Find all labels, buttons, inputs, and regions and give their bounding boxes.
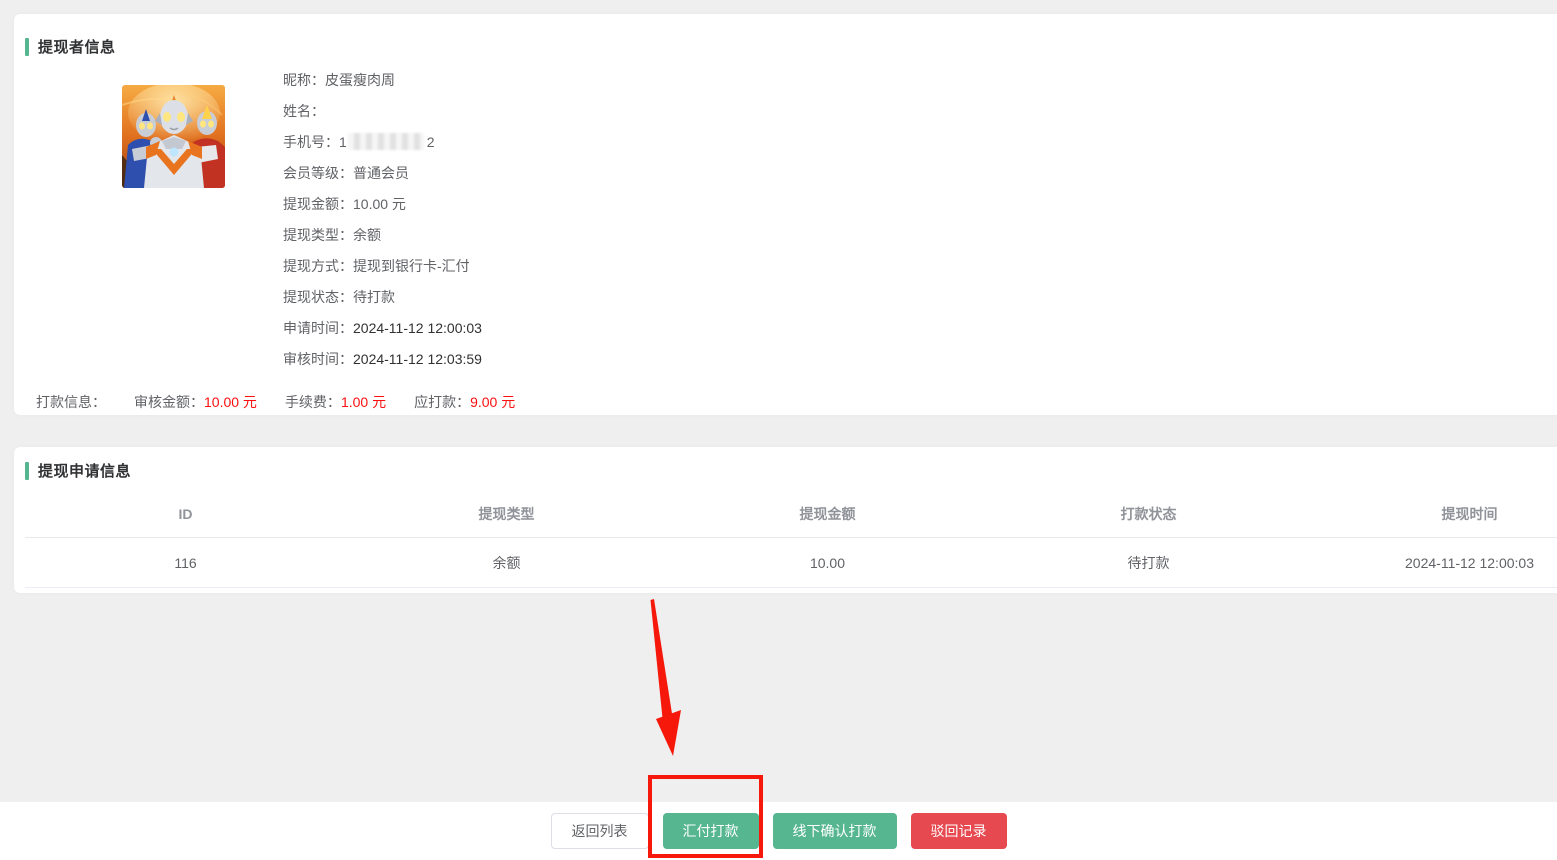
table-header-payment-status: 打款状态	[988, 504, 1309, 524]
payment-fee-value: 1.00 元	[341, 394, 386, 410]
field-phone-prefix: 1	[339, 134, 347, 150]
payment-fee-label: 手续费：	[285, 394, 341, 410]
application-table: ID 提现类型 提现金额 打款状态 提现时间 116 余额 10.00 待打款 …	[25, 490, 1557, 588]
field-phone-suffix: 2	[427, 134, 435, 150]
field-withdraw-type-value: 余额	[353, 227, 381, 243]
field-review-time-label: 审核时间：	[283, 351, 353, 367]
field-phone: 手机号：1 2	[283, 127, 482, 158]
field-phone-label: 手机号：	[283, 134, 339, 150]
table-row: 116 余额 10.00 待打款 2024-11-12 12:00:03	[25, 538, 1557, 588]
huifu-payment-button[interactable]: 汇付打款	[663, 813, 759, 849]
field-review-time-value: 2024-11-12 12:03:59	[353, 351, 482, 367]
cell-withdraw-amount: 10.00	[667, 555, 988, 571]
payment-info-row: 打款信息： 审核金额：10.00 元 手续费：1.00 元 应打款：9.00 元	[36, 392, 515, 412]
withdrawal-application-card: 提现申请信息 ID 提现类型 提现金额 打款状态 提现时间 116 余额 10.…	[14, 447, 1557, 593]
payment-payable: 应打款：9.00 元	[414, 392, 515, 412]
field-withdraw-method: 提现方式：提现到银行卡-汇付	[283, 251, 482, 282]
footer-action-bar: 返回列表 汇付打款 线下确认打款 驳回记录	[0, 802, 1557, 860]
field-name: 姓名：	[283, 96, 482, 127]
field-member-level-label: 会员等级：	[283, 165, 353, 181]
payment-payable-value: 9.00 元	[470, 394, 515, 410]
field-name-label: 姓名：	[283, 103, 325, 119]
payment-info-label: 打款信息：	[36, 392, 106, 412]
ultraman-avatar-image	[122, 85, 225, 188]
field-nickname: 昵称：皮蛋瘦肉周	[283, 65, 482, 96]
red-arrow-annotation	[640, 592, 696, 764]
section-accent-bar	[25, 38, 29, 56]
field-withdraw-amount-label: 提现金额：	[283, 196, 353, 212]
table-header-withdraw-amount: 提现金额	[667, 504, 988, 524]
phone-mosaic-blur	[348, 133, 424, 150]
field-withdraw-type-label: 提现类型：	[283, 227, 353, 243]
withdrawer-info-card: 提现者信息	[14, 14, 1557, 415]
field-nickname-value: 皮蛋瘦肉周	[325, 72, 395, 88]
section-accent-bar	[25, 462, 29, 480]
field-apply-time-label: 申请时间：	[283, 320, 353, 336]
field-withdraw-status-value: 待打款	[353, 289, 395, 305]
payment-fee: 手续费：1.00 元	[285, 392, 386, 412]
table-header-withdraw-type: 提现类型	[346, 504, 667, 524]
field-review-time: 审核时间：2024-11-12 12:03:59	[283, 344, 482, 375]
payment-review-amount-label: 审核金额：	[134, 394, 204, 410]
field-withdraw-method-value: 提现到银行卡-汇付	[353, 258, 470, 274]
field-withdraw-amount: 提现金额：10.00 元	[283, 189, 482, 220]
field-member-level-value: 普通会员	[353, 165, 409, 181]
field-withdraw-method-label: 提现方式：	[283, 258, 353, 274]
cell-id: 116	[25, 555, 346, 571]
field-apply-time: 申请时间：2024-11-12 12:00:03	[283, 313, 482, 344]
table-header-id: ID	[25, 506, 346, 522]
offline-confirm-payment-button[interactable]: 线下确认打款	[773, 813, 897, 849]
withdrawer-section-header: 提现者信息	[25, 14, 1557, 57]
payment-review-amount: 审核金额：10.00 元	[134, 392, 257, 412]
cell-withdraw-time: 2024-11-12 12:00:03	[1309, 555, 1557, 571]
withdrawer-fields: 昵称：皮蛋瘦肉周 姓名： 手机号：1 2 会员等级：普通会员 提现金额：10.00…	[283, 65, 482, 375]
field-withdraw-status-label: 提现状态：	[283, 289, 353, 305]
field-withdraw-type: 提现类型：余额	[283, 220, 482, 251]
field-withdraw-status: 提现状态：待打款	[283, 282, 482, 313]
cell-payment-status: 待打款	[988, 553, 1309, 573]
payment-review-amount-value: 10.00 元	[204, 394, 257, 410]
withdrawer-section-title: 提现者信息	[38, 36, 116, 57]
application-section-title: 提现申请信息	[38, 460, 131, 481]
reject-record-button[interactable]: 驳回记录	[911, 813, 1007, 849]
field-member-level: 会员等级：普通会员	[283, 158, 482, 189]
application-section-header: 提现申请信息	[25, 447, 1557, 481]
payment-payable-label: 应打款：	[414, 394, 470, 410]
table-header-row: ID 提现类型 提现金额 打款状态 提现时间	[25, 490, 1557, 538]
cell-withdraw-type: 余额	[346, 553, 667, 573]
user-avatar	[122, 85, 225, 188]
field-withdraw-amount-value: 10.00 元	[353, 196, 406, 212]
back-to-list-button[interactable]: 返回列表	[551, 813, 649, 849]
field-apply-time-value: 2024-11-12 12:00:03	[353, 320, 482, 336]
table-header-withdraw-time: 提现时间	[1309, 504, 1557, 524]
field-nickname-label: 昵称：	[283, 72, 325, 88]
